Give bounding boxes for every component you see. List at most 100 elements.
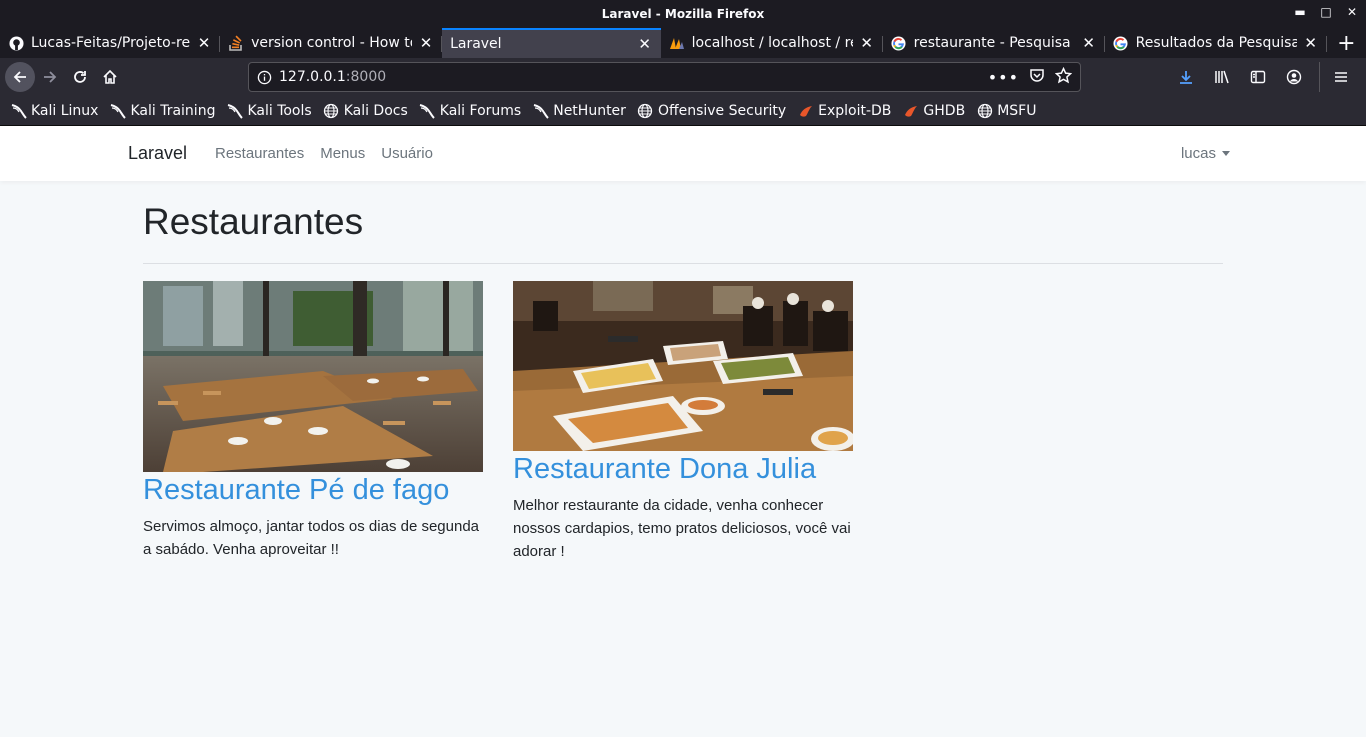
tab-laravel[interactable]: Laravel ✕ (442, 28, 661, 58)
window-titlebar: Laravel - Mozilla Firefox ▬ □ ✕ (0, 0, 1366, 28)
back-button[interactable] (5, 62, 35, 92)
google-icon (891, 35, 907, 51)
exploitdb-icon (902, 102, 919, 119)
nav-link-usuario[interactable]: Usuário (381, 145, 433, 162)
tab-label: restaurante - Pesquisa G (913, 35, 1075, 51)
restaurant-photo (143, 281, 483, 472)
kali-dragon-icon (226, 102, 243, 119)
bookmark-label: Kali Tools (247, 102, 312, 119)
tab-phpmyadmin[interactable]: localhost / localhost / res ✕ (661, 28, 883, 58)
toolbar-right (1171, 62, 1356, 92)
tab-label: version control - How to (251, 35, 413, 51)
site-navbar: Laravel Restaurantes Menus Usuário lucas (0, 126, 1366, 181)
bookmark-label: Kali Forums (439, 102, 522, 119)
maximize-icon[interactable]: □ (1320, 5, 1332, 19)
close-tab-icon[interactable]: ✕ (1081, 34, 1097, 52)
close-tab-icon[interactable]: ✕ (859, 34, 875, 52)
bookmark-exploit-db[interactable]: Exploit-DB (797, 102, 891, 119)
bookmark-kali-training[interactable]: Kali Training (109, 102, 215, 119)
bookmarks-toolbar: Kali Linux Kali Training Kali Tools Kali… (0, 96, 1366, 126)
reload-button[interactable] (65, 62, 95, 92)
bookmark-label: Exploit-DB (818, 102, 892, 119)
tab-label: localhost / localhost / res (691, 35, 853, 51)
phpmyadmin-icon (669, 35, 685, 51)
menu-icon[interactable] (1319, 62, 1356, 92)
url-bar[interactable]: 127.0.0.1:8000 ••• (248, 62, 1081, 92)
user-dropdown[interactable]: lucas (1181, 145, 1230, 162)
bookmark-label: NetHunter (553, 102, 626, 119)
site-nav-links: Restaurantes Menus Usuário (215, 145, 433, 162)
bookmark-label: Offensive Security (657, 102, 787, 119)
forward-button[interactable] (35, 62, 65, 92)
restaurant-card: Restaurante Pé de fago Servimos almoço, … (143, 281, 483, 561)
minimize-icon[interactable]: ▬ (1294, 5, 1306, 19)
new-tab-icon[interactable]: + (1327, 28, 1366, 58)
window-title: Laravel - Mozilla Firefox (601, 7, 765, 21)
nav-link-menus[interactable]: Menus (320, 145, 365, 162)
title-divider (143, 263, 1223, 264)
bookmark-kali-docs[interactable]: Kali Docs (323, 102, 408, 119)
restaurant-description: Melhor restaurante da cidade, venha conh… (513, 497, 851, 560)
globe-icon (323, 102, 340, 119)
downloads-icon[interactable] (1171, 62, 1201, 92)
page-actions-icon[interactable]: ••• (988, 68, 1019, 87)
arrow-right-icon (44, 71, 57, 83)
tab-label: Resultados da Pesquisa d (1135, 35, 1297, 51)
account-icon[interactable] (1279, 62, 1309, 92)
bookmark-msfu[interactable]: MSFU (976, 102, 1036, 119)
browser-toolbar: 127.0.0.1:8000 ••• (0, 58, 1366, 96)
restaurant-card: Restaurante Dona Julia Melhor restaurant… (513, 281, 853, 563)
library-icon[interactable] (1207, 62, 1237, 92)
bookmark-kali-linux[interactable]: Kali Linux (10, 102, 98, 119)
close-tab-icon[interactable]: ✕ (418, 34, 434, 52)
tab-label: Laravel (450, 36, 502, 52)
exploitdb-icon (797, 102, 814, 119)
nav-link-restaurantes[interactable]: Restaurantes (215, 145, 304, 162)
google-icon (1113, 35, 1129, 51)
bookmark-ghdb[interactable]: GHDB (902, 102, 965, 119)
bookmark-star-icon[interactable] (1054, 66, 1073, 88)
url-port: :8000 (345, 69, 387, 85)
stackoverflow-icon (228, 35, 244, 51)
bookmark-kali-tools[interactable]: Kali Tools (226, 102, 312, 119)
tab-google-results[interactable]: Resultados da Pesquisa d ✕ (1105, 28, 1327, 58)
restaurant-name[interactable]: Restaurante Dona Julia (513, 453, 853, 486)
close-tab-icon[interactable]: ✕ (196, 34, 212, 52)
bookmark-label: Kali Docs (343, 102, 408, 119)
window-controls: ▬ □ ✕ (1294, 5, 1358, 19)
page-title: Restaurantes (143, 201, 364, 242)
pocket-icon[interactable] (1029, 67, 1045, 87)
bookmark-nethunter[interactable]: NetHunter (532, 102, 626, 119)
home-button[interactable] (95, 62, 125, 92)
tab-label: Lucas-Feitas/Projeto-re (31, 35, 191, 51)
user-name: lucas (1180, 145, 1216, 162)
bookmark-label: GHDB (923, 102, 966, 119)
reload-icon (74, 71, 86, 83)
globe-icon (637, 102, 654, 119)
tab-github[interactable]: Lucas-Feitas/Projeto-re ✕ (0, 28, 221, 58)
kali-dragon-icon (532, 102, 549, 119)
tab-stackoverflow[interactable]: version control - How to ✕ (220, 28, 443, 58)
restaurant-photo (513, 281, 853, 451)
sidebar-icon[interactable] (1243, 62, 1273, 92)
tab-google-search[interactable]: restaurante - Pesquisa G ✕ (883, 28, 1105, 58)
kali-dragon-icon (109, 102, 126, 119)
info-icon[interactable] (249, 70, 279, 85)
arrow-left-icon (13, 71, 26, 83)
kali-dragon-icon (419, 102, 436, 119)
bookmark-kali-forums[interactable]: Kali Forums (419, 102, 521, 119)
bookmark-offensive-security[interactable]: Offensive Security (637, 102, 786, 119)
caret-down-icon (1222, 151, 1230, 156)
site-brand[interactable]: Laravel (128, 143, 187, 164)
restaurant-description: Servimos almoço, jantar todos os dias de… (143, 518, 480, 558)
close-tab-icon[interactable]: ✕ (637, 35, 653, 53)
close-window-icon[interactable]: ✕ (1346, 5, 1358, 19)
close-tab-icon[interactable]: ✕ (1303, 34, 1319, 52)
bookmark-label: Kali Linux (31, 102, 99, 119)
restaurant-name[interactable]: Restaurante Pé de fago (143, 474, 483, 507)
home-icon (103, 69, 117, 84)
kali-dragon-icon (10, 102, 27, 119)
globe-icon (976, 102, 993, 119)
github-icon (8, 35, 24, 51)
bookmark-label: MSFU (997, 102, 1037, 119)
